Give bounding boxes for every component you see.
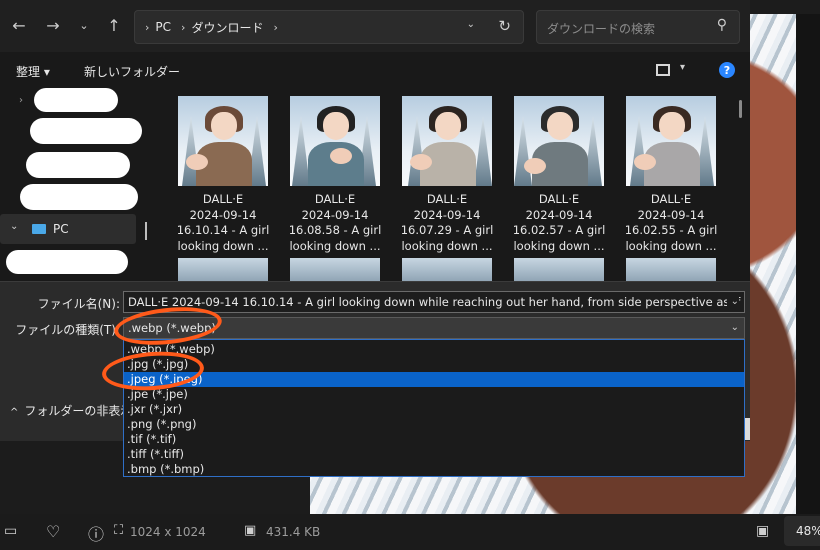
file-type-label: ファイルの種類(T): [15, 323, 120, 337]
redacted-nav-item [26, 152, 130, 178]
scrollbar-thumb[interactable] [739, 100, 742, 118]
redacted-nav-item [30, 118, 142, 144]
address-bar[interactable]: › PC › ダウンロード › ⌄ ↻ [134, 10, 524, 44]
file-type-option[interactable]: .webp (*.webp) [124, 342, 744, 357]
search-placeholder: ダウンロードの検索 [547, 22, 656, 36]
file-type-option[interactable]: .png (*.png) [124, 417, 744, 432]
sidebar-item-pc[interactable]: ⌄ PC [0, 214, 136, 244]
file-type-option[interactable]: .jpe (*.jpe) [124, 387, 744, 402]
pane-splitter[interactable] [145, 222, 147, 240]
fit-to-window-icon[interactable]: ▣ [756, 523, 769, 539]
status-bar: ▭ ♡ ⓘ ⛶ 1024 x 1024 ▣ 431.4 KB ▣ [0, 514, 820, 550]
hide-folders-label: フォルダーの非表示 [24, 404, 133, 418]
help-icon[interactable]: ? [719, 62, 735, 78]
breadcrumb-chevron-icon: › [181, 20, 186, 34]
file-caption: DALL·E 2024-09-14 16.02.57 - A girl looking… [512, 192, 606, 253]
file-thumbnail[interactable] [626, 96, 716, 186]
refresh-icon[interactable]: ↻ [498, 17, 511, 35]
file-caption: DALL·E 2024-09-14 16.08.58 - A girl looking… [288, 192, 382, 253]
file-type-option[interactable]: .jxr (*.jxr) [124, 402, 744, 417]
forward-arrow-icon[interactable]: → [42, 14, 64, 36]
viewer-edge [796, 14, 820, 514]
redacted-nav-item [20, 184, 138, 210]
file-caption: DALL·E 2024-09-14 16.02.55 - A girl looking… [624, 192, 718, 253]
sidebar-item-label: PC [53, 222, 69, 236]
search-icon[interactable]: ⚲ [717, 17, 727, 33]
address-history-dropdown-icon[interactable]: ⌄ [467, 19, 475, 30]
view-mode-icon[interactable] [656, 64, 670, 76]
hide-folders-button[interactable]: ^ フォルダーの非表示 [10, 402, 132, 419]
back-arrow-icon[interactable]: ← [8, 14, 30, 36]
file-caption: DALL·E 2024-09-14 16.10.14 - A girl looking… [176, 192, 270, 253]
zoom-level-button[interactable]: 48% [784, 516, 820, 546]
file-thumbnail[interactable] [178, 96, 268, 186]
file-type-option-selected[interactable]: .jpeg (*.jpeg) [124, 372, 744, 387]
file-type-option[interactable]: .bmp (*.bmp) [124, 462, 744, 477]
filename-label: ファイル名(N): [37, 297, 120, 311]
redacted-nav-item [34, 88, 118, 112]
organize-button[interactable]: 整理 ▾ [16, 63, 50, 80]
file-thumbnail[interactable] [402, 258, 492, 282]
file-thumbnail[interactable] [402, 96, 492, 186]
navigation-bar: ← → ⌄ ↑ › PC › ダウンロード › ⌄ ↻ ダウンロードの検索 ⚲ [0, 0, 750, 52]
chevron-down-icon[interactable]: ⌄ [726, 296, 739, 307]
chevron-down-icon[interactable]: ⌄ [731, 322, 739, 333]
recent-locations-chevron-icon[interactable]: ⌄ [73, 14, 95, 36]
chevron-down-icon: ⌄ [10, 221, 19, 232]
heart-icon[interactable]: ♡ [46, 522, 60, 541]
view-mode-dropdown-icon[interactable]: ▾ [680, 62, 685, 73]
breadcrumb-pc[interactable]: PC [155, 20, 171, 34]
filename-field[interactable]: DALL·E 2024-09-14 16.10.14 - A girl look… [123, 291, 745, 313]
file-thumbnail[interactable] [290, 258, 380, 282]
breadcrumb-chevron-icon: › [273, 20, 278, 34]
up-arrow-icon[interactable]: ↑ [103, 14, 125, 36]
breadcrumb-chevron-icon: › [145, 20, 150, 34]
file-type-option[interactable]: .tif (*.tif) [124, 432, 744, 447]
resolution-icon: ⛶ [114, 523, 124, 538]
redacted-nav-item [6, 250, 128, 274]
computer-icon [32, 224, 46, 234]
command-bar: 整理 ▾ 新しいフォルダー [0, 56, 750, 86]
chevron-up-icon: ^ [10, 407, 19, 418]
disk-icon: ▣ [244, 523, 257, 538]
filmstrip-icon[interactable]: ▭ [4, 523, 17, 539]
zoom-level: 48% [796, 524, 820, 538]
file-type-option[interactable]: .jpg (*.jpg) [124, 357, 744, 372]
image-dimensions: 1024 x 1024 [130, 525, 206, 539]
search-box[interactable]: ダウンロードの検索 ⚲ [536, 10, 740, 44]
filename-value: DALL·E 2024-09-14 16.10.14 - A girl look… [128, 295, 745, 309]
file-thumbnail[interactable] [178, 258, 268, 282]
file-size: 431.4 KB [266, 525, 321, 539]
info-icon[interactable]: ⓘ [88, 521, 104, 545]
file-thumbnail[interactable] [514, 258, 604, 282]
file-type-dropdown-list[interactable]: .webp (*.webp) .jpg (*.jpg) .jpeg (*.jpe… [123, 339, 745, 477]
file-thumbnail[interactable] [290, 96, 380, 186]
file-caption: DALL·E 2024-09-14 16.07.29 - A girl looking… [400, 192, 494, 253]
file-type-option[interactable]: .tiff (*.tiff) [124, 447, 744, 462]
file-thumbnail[interactable] [626, 258, 716, 282]
file-thumbnail[interactable] [514, 96, 604, 186]
expand-chevron-icon[interactable]: › [19, 95, 23, 106]
new-folder-button[interactable]: 新しいフォルダー [84, 63, 180, 80]
breadcrumb-downloads[interactable]: ダウンロード [191, 19, 263, 36]
